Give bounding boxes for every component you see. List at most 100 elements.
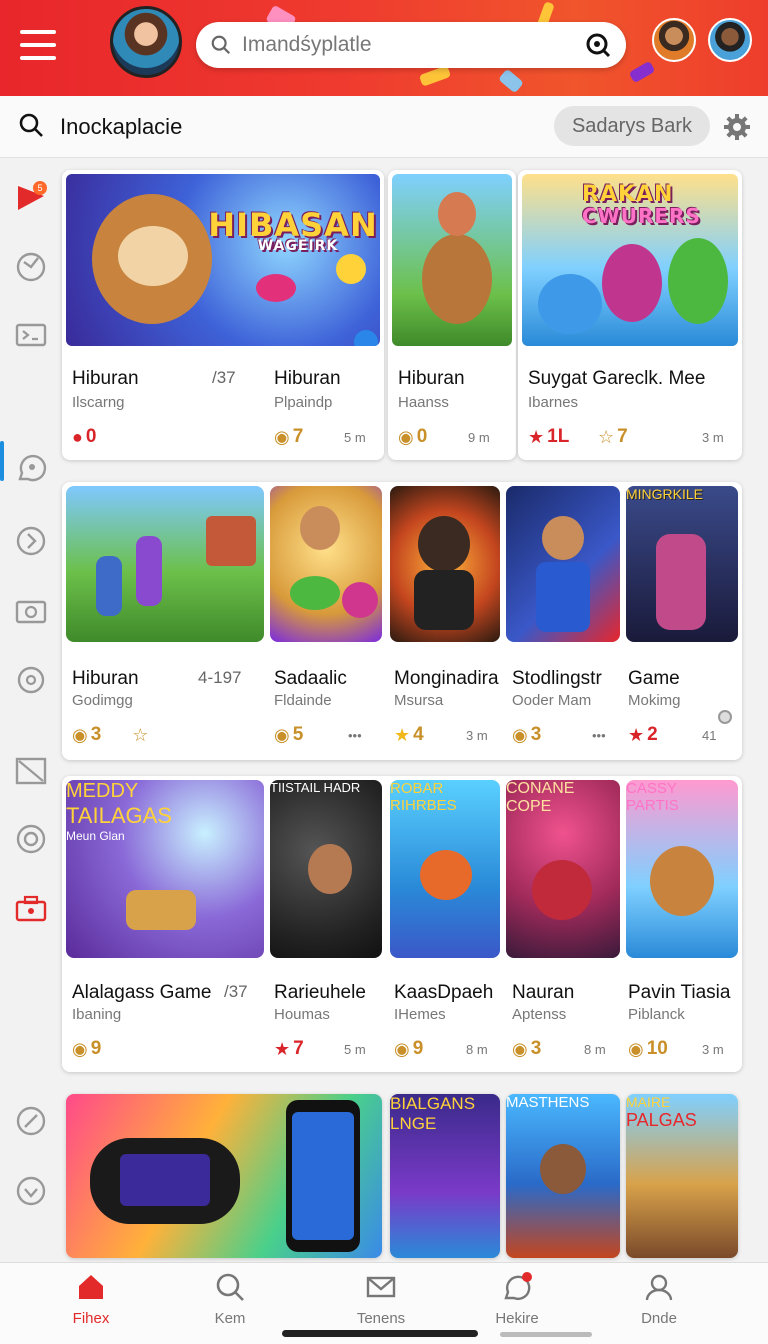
adventurer-body (414, 570, 474, 630)
game-stat: ◉ 9 (72, 1038, 102, 1059)
game-title: Nauran (512, 982, 575, 1003)
user-avatar[interactable] (110, 6, 182, 78)
clock-icon (16, 252, 46, 282)
game-artwork[interactable]: MASTHENS (506, 1094, 620, 1258)
sidebar-item-clock[interactable] (14, 250, 48, 284)
game-stat: ◉ 5 (274, 724, 304, 745)
nav-item-home[interactable]: Fihex (36, 1271, 146, 1327)
game-title: Monginadira (394, 668, 499, 689)
friend-avatar[interactable] (708, 18, 752, 62)
coin-icon: ◉ (394, 1038, 410, 1059)
search-icon[interactable] (18, 112, 44, 138)
sidebar-item-forward[interactable] (14, 524, 48, 558)
art-title: MAIRE (626, 1094, 671, 1110)
game-stat: ● 0 (72, 426, 97, 447)
bowl-decoration (290, 576, 340, 610)
art-subtitle: PARTIS (626, 797, 679, 814)
friend-avatar[interactable] (652, 18, 696, 62)
game-card[interactable]: Hiburan Plpaindp ◉ 7 5 m (264, 366, 384, 460)
game-number: 4-197 (198, 668, 242, 687)
sidebar-item-at[interactable] (14, 822, 48, 856)
search-bar[interactable]: Imandśyplatle (196, 22, 626, 68)
chevron-right-icon (16, 526, 46, 556)
page-title: Inockaplacie (60, 114, 183, 139)
hero-character (540, 1144, 586, 1194)
gold-star-icon: ★ (394, 724, 411, 745)
game-artwork[interactable] (66, 486, 264, 642)
nav-label: Dnde (641, 1310, 677, 1327)
sidebar-item-gift[interactable] (14, 892, 48, 926)
coin-icon: ◉ (72, 1038, 88, 1059)
more-dots[interactable]: ••• (348, 728, 362, 743)
sidebar-item-heart[interactable] (14, 1174, 48, 1208)
game-artwork[interactable]: MAIRE PALGAS (626, 1094, 738, 1258)
play-icon: 5 (18, 181, 47, 210)
art-title: BIALGANS (390, 1094, 476, 1113)
sidebar-item-compass[interactable] (14, 1104, 48, 1138)
game-subtitle: Ibarnes (528, 394, 579, 411)
bunny-character (422, 234, 492, 324)
heart-icon (16, 1176, 46, 1206)
basket-decoration (126, 890, 196, 930)
art-title: CONANE (506, 780, 575, 797)
gift-icon (15, 895, 47, 922)
gear-icon[interactable] (722, 112, 752, 142)
nav-item-mail[interactable]: Tenens (326, 1271, 436, 1327)
nav-item-search[interactable]: Kem (175, 1271, 285, 1327)
sidebar-item-camera[interactable] (14, 594, 48, 628)
game-stat: ◉ 7 (274, 426, 304, 447)
game-artwork[interactable] (506, 486, 620, 642)
game-subtitle: Godimgg (72, 692, 133, 709)
game-subtitle: IHemes (394, 1006, 446, 1023)
game-subtitle: Piblanck (628, 1006, 685, 1023)
game-card[interactable]: Hiburan Haanss ◉ 0 9 m (388, 170, 516, 460)
lens-icon[interactable] (584, 31, 612, 59)
hero-character (532, 860, 592, 920)
nav-item-chat[interactable]: Hekire (462, 1271, 572, 1327)
sidebar-item-terminal[interactable] (14, 318, 48, 352)
game-stat: ◉ 3 (512, 724, 542, 745)
game-subtitle: Aptenss (512, 1006, 567, 1023)
home-icon (79, 1275, 103, 1299)
coin-icon: ◉ (512, 724, 528, 745)
man-character (300, 506, 340, 550)
star-outline-icon: ☆ (598, 426, 615, 447)
hamburger-icon[interactable] (20, 30, 56, 60)
game-row-3: MEDDY TAILAGAS Meun Glan TIISTAIL HADR R… (62, 776, 742, 1072)
game-artwork[interactable] (390, 486, 500, 642)
nav-item-profile[interactable]: Dnde (604, 1271, 714, 1327)
more-dots[interactable]: ••• (592, 728, 606, 743)
search-icon (211, 35, 231, 55)
game-card[interactable]: RAKAN CWURERS Suygat Gareclk. Mee Ibarne… (518, 170, 742, 460)
nav-label: Tenens (356, 1310, 406, 1327)
game-artwork[interactable]: BIALGANS LNGE (390, 1094, 500, 1258)
game-row-1: HIBASAN WAGEIRK Hiburan /37 Ilscarng ● 0 … (62, 170, 742, 460)
game-meta: 3 m (702, 1042, 724, 1057)
app-header: Imandśyplatle (0, 0, 768, 96)
game-subtitle: Ibaning (72, 1006, 122, 1023)
game-artwork[interactable]: MEDDY TAILAGAS Meun Glan (66, 780, 264, 958)
phone-screen (292, 1112, 354, 1240)
sidebar-item-play[interactable]: 5 (14, 180, 48, 214)
game-artwork[interactable]: CONANE COPE (506, 780, 620, 958)
red-star-icon: ★ (274, 1038, 291, 1059)
game-artwork[interactable] (270, 486, 382, 642)
game-meta: 3 m (702, 430, 724, 445)
nav-label: Hekire (495, 1310, 539, 1327)
art-title: TIISTAIL HADR (270, 780, 361, 795)
home-indicator[interactable] (282, 1330, 478, 1337)
search-input[interactable]: Imandśyplatle (242, 33, 584, 57)
star-decoration (336, 254, 366, 284)
game-stat: ◉ 0 (398, 426, 428, 447)
game-artwork[interactable]: CASSY PARTIS (626, 780, 738, 958)
game-artwork (392, 174, 512, 346)
game-artwork[interactable]: ROBAR RIHRBES (390, 780, 500, 958)
sidebar-item-window[interactable] (14, 754, 48, 788)
filter-pill[interactable]: Sadarys Bark (554, 106, 710, 146)
game-artwork[interactable] (66, 1094, 382, 1258)
game-artwork[interactable]: TIISTAIL HADR (270, 780, 382, 958)
sidebar-item-chat[interactable] (14, 452, 48, 486)
game-title: Game (628, 668, 680, 689)
sidebar-item-bubble[interactable] (14, 664, 48, 698)
game-artwork[interactable]: MINGRKILE (626, 486, 738, 642)
